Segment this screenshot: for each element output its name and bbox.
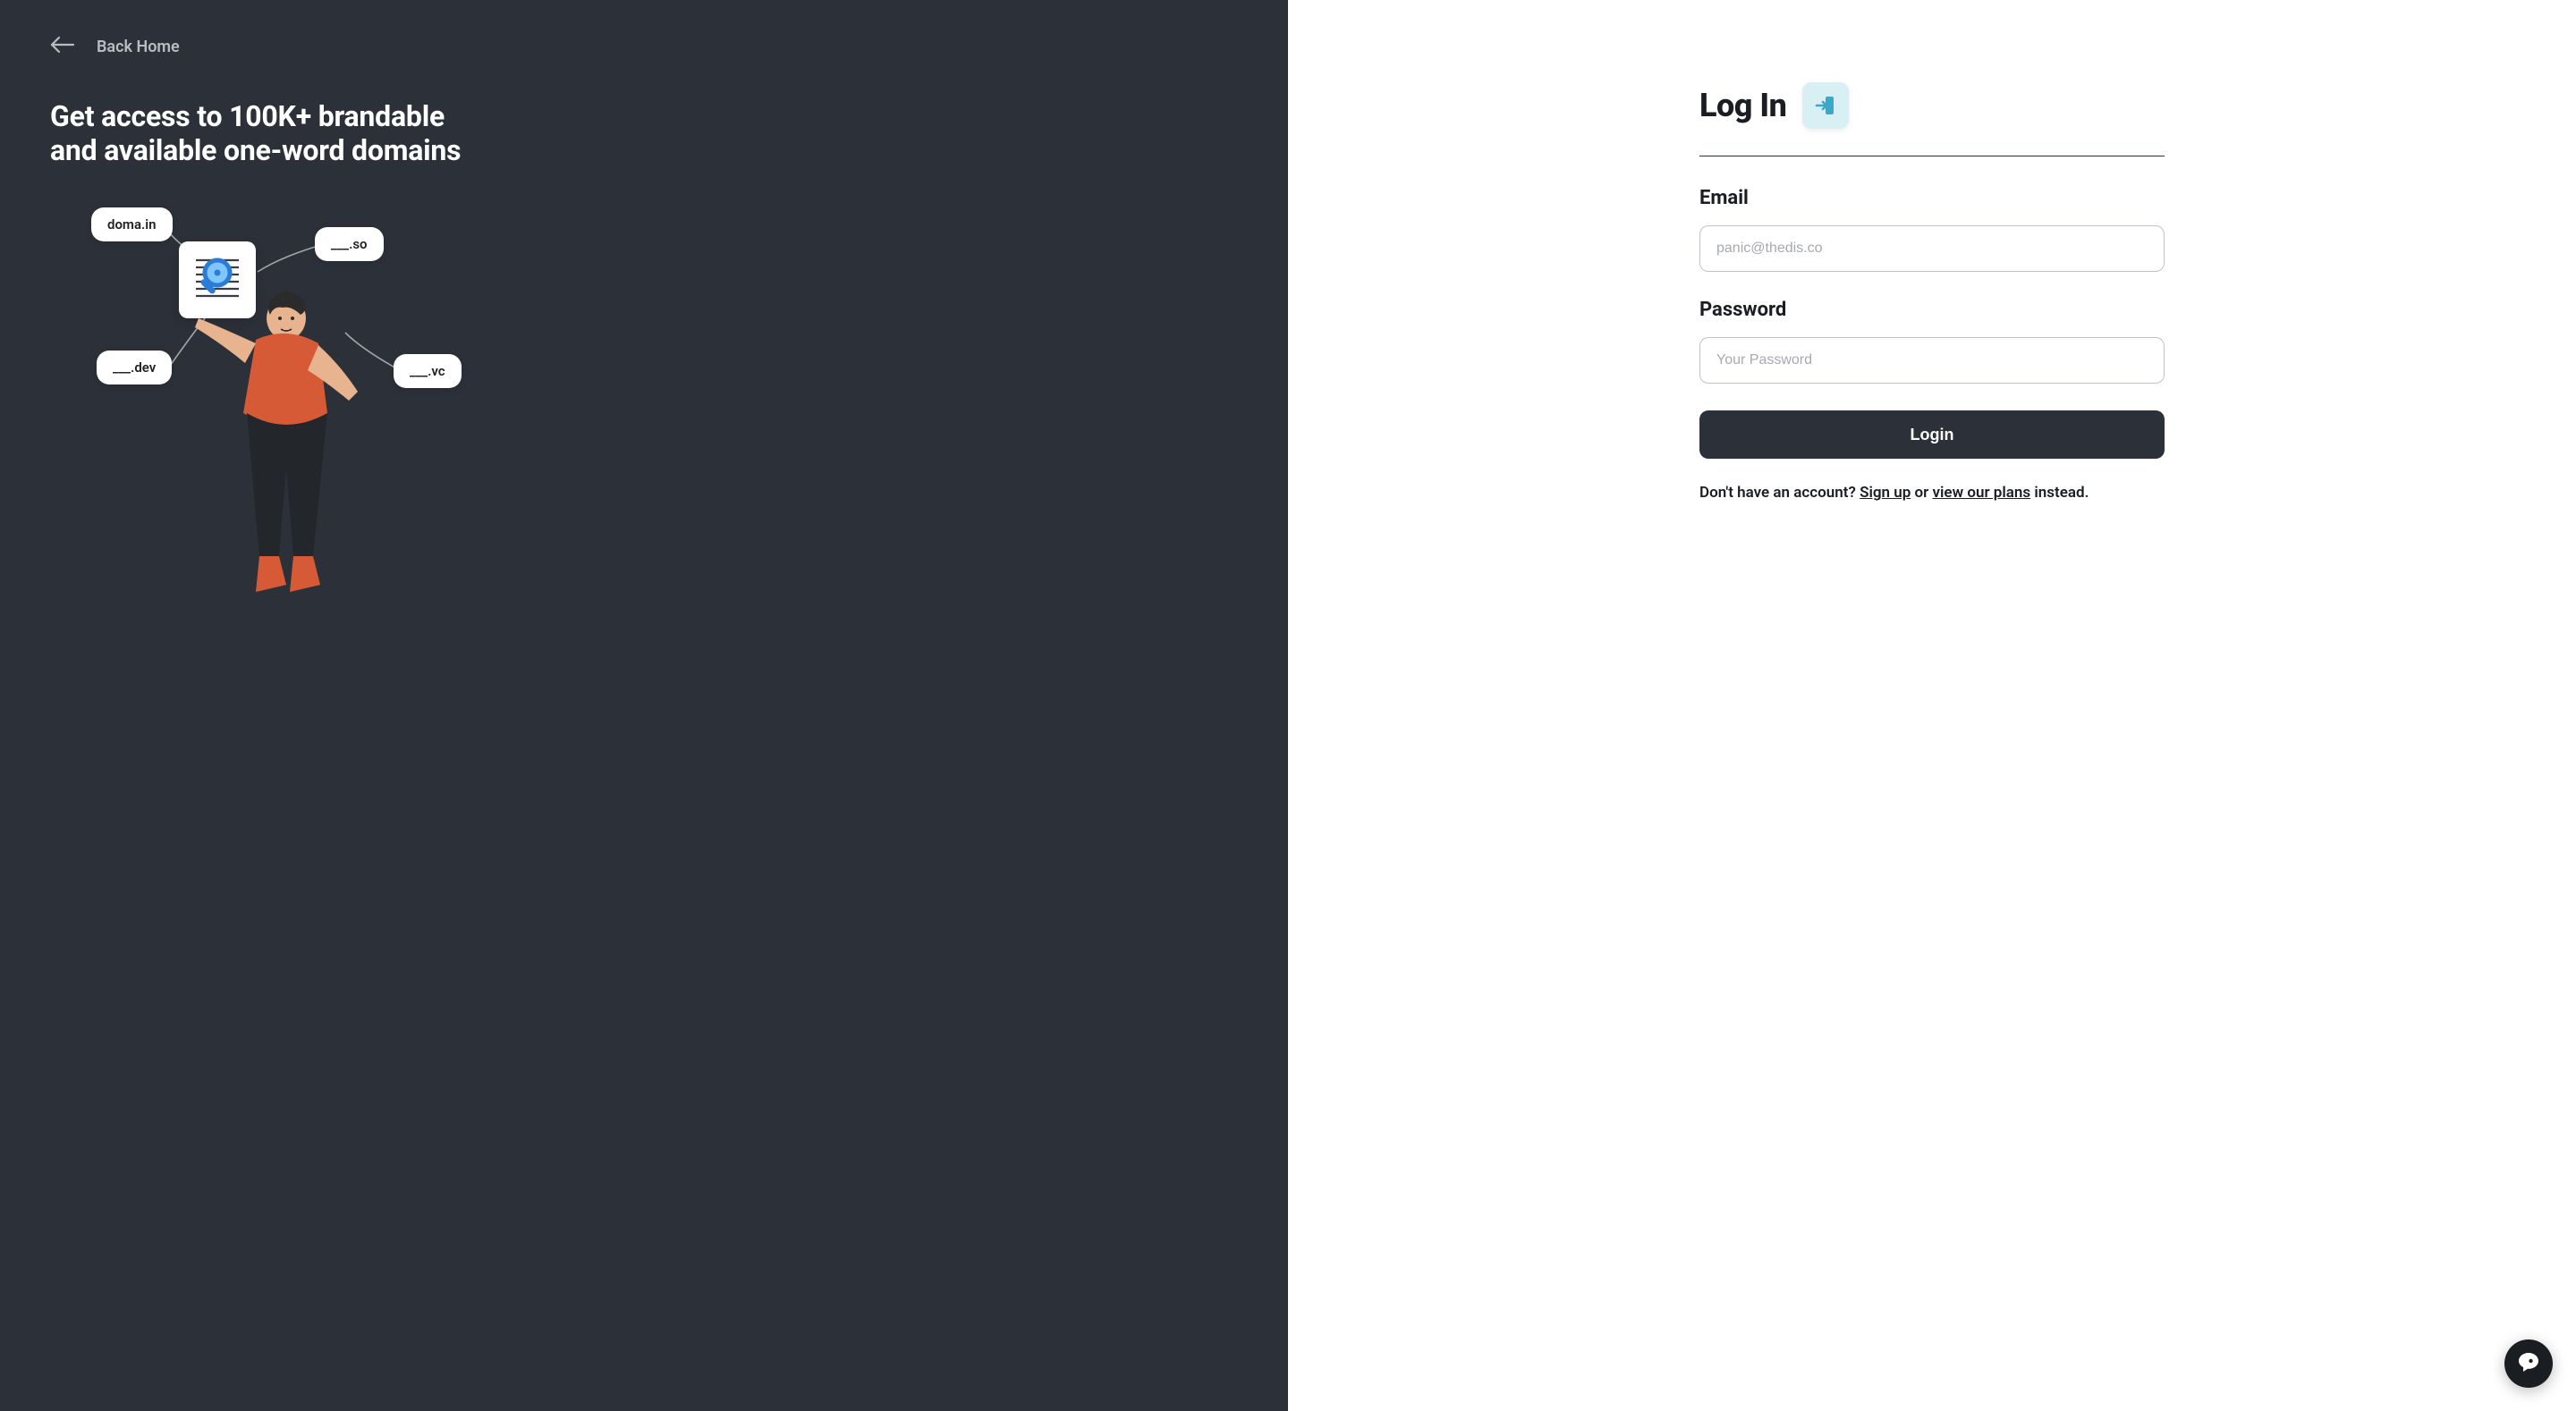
domain-bubble: ___.dev bbox=[97, 351, 172, 384]
domain-bubble: ___.vc bbox=[394, 354, 462, 388]
tagline: Get access to 100K+ brandable and availa… bbox=[50, 99, 462, 168]
footer-prefix: Don't have an account? bbox=[1699, 484, 1860, 502]
email-field[interactable] bbox=[1699, 225, 2165, 272]
page-title: Log In bbox=[1699, 87, 1786, 124]
hero-illustration: doma.in ___.so ___.dev ___.vc bbox=[50, 207, 515, 628]
right-panel: Log In Email Password Login Don't have a… bbox=[1288, 0, 2576, 1411]
password-field[interactable] bbox=[1699, 337, 2165, 384]
email-label: Email bbox=[1699, 187, 2165, 209]
domain-bubble: ___.so bbox=[315, 227, 384, 261]
footer-middle: or bbox=[1911, 484, 1932, 502]
person-illustration-icon bbox=[193, 288, 363, 619]
title-row: Log In bbox=[1699, 82, 2165, 156]
chat-widget-button[interactable] bbox=[2504, 1339, 2553, 1388]
login-form: Log In Email Password Login Don't have a… bbox=[1699, 82, 2165, 1411]
signup-link[interactable]: Sign up bbox=[1860, 484, 1911, 502]
left-panel: Back Home Get access to 100K+ brandable … bbox=[0, 0, 1288, 1411]
login-icon bbox=[1802, 82, 1849, 129]
domain-bubble: doma.in bbox=[91, 207, 173, 241]
signup-footer: Don't have an account? Sign up or view o… bbox=[1699, 484, 2165, 502]
chat-icon bbox=[2517, 1350, 2540, 1377]
back-home-label: Back Home bbox=[97, 38, 180, 56]
footer-suffix: instead. bbox=[2030, 484, 2089, 502]
arrow-left-icon bbox=[50, 36, 75, 58]
view-plans-link[interactable]: view our plans bbox=[1933, 484, 2031, 502]
back-home-link[interactable]: Back Home bbox=[50, 36, 180, 58]
password-label: Password bbox=[1699, 299, 2165, 321]
login-button[interactable]: Login bbox=[1699, 410, 2165, 459]
